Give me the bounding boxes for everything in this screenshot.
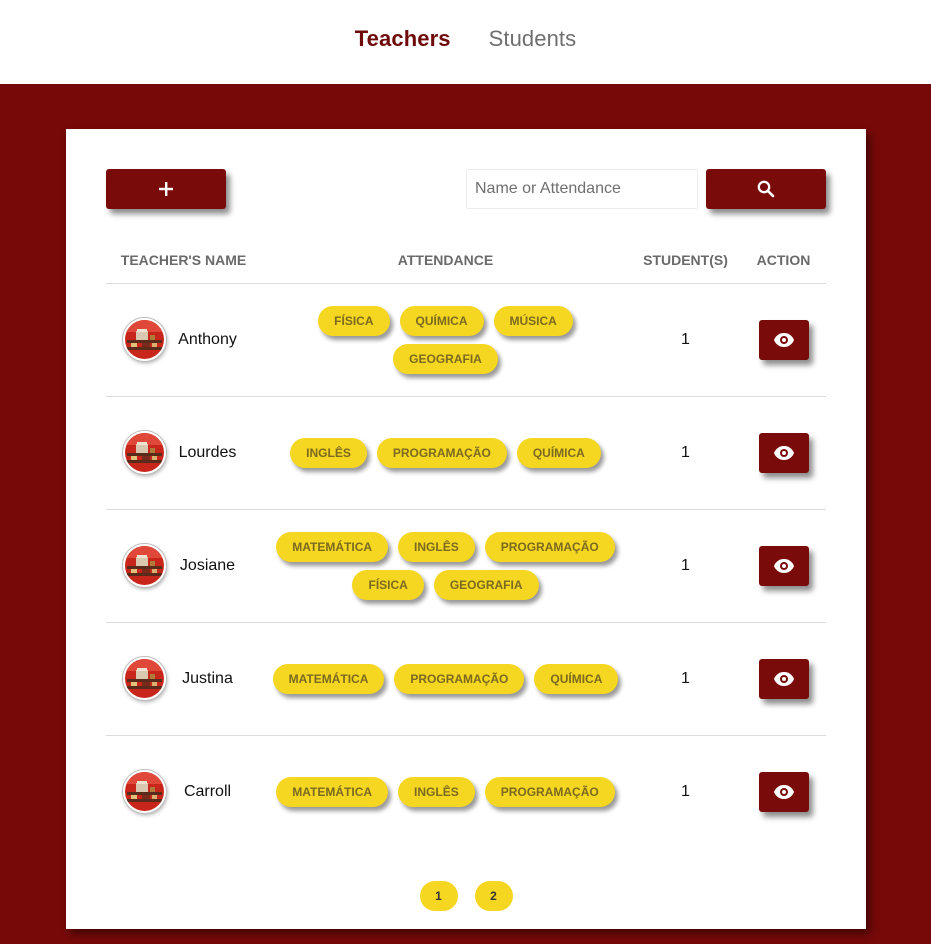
page-background: TEACHER'S NAME ATTENDANCE STUDENT(S) ACT…	[0, 84, 931, 944]
teacher-name-cell: Anthony	[106, 283, 261, 397]
search-input[interactable]	[466, 169, 698, 209]
teacher-name: Justina	[182, 669, 233, 687]
teacher-name: Lourdes	[178, 443, 237, 461]
pagination: 12	[66, 881, 866, 911]
subject-tag: FÍSICA	[352, 569, 424, 600]
top-navigation: Teachers Students	[0, 0, 931, 84]
attendance-cell: MATEMÁTICA INGLÊS PROGRAMAÇÃO FÍSICA GEOGRAF…	[261, 509, 630, 623]
subject-tag: PROGRAMAÇÃO	[376, 437, 507, 468]
eye-icon	[773, 445, 794, 460]
table-row: Carroll MATEMÁTICA INGLÊS PROGRAMAÇÃO 1	[106, 735, 826, 848]
teacher-name: Carroll	[183, 782, 232, 800]
attendance-cell: FÍSICA QUÍMICA MÚSICA GEOGRAFIA	[261, 283, 630, 397]
subject-tags: MATEMÁTICA INGLÊS PROGRAMAÇÃO	[261, 776, 630, 807]
avatar	[123, 770, 166, 814]
action-cell	[741, 283, 826, 397]
subject-tag: MATEMÁTICA	[276, 531, 389, 562]
header-action: ACTION	[741, 237, 826, 284]
action-cell	[741, 396, 826, 510]
subject-tag: MATEMÁTICA	[272, 663, 385, 694]
student-count: 1	[681, 556, 690, 574]
students-cell: 1	[630, 622, 741, 736]
subject-tag: PROGRAMAÇÃO	[394, 663, 525, 694]
teacher-name-cell: Josiane	[106, 509, 261, 623]
teacher-name-cell: Carroll	[106, 735, 261, 848]
student-count: 1	[681, 782, 690, 800]
students-cell: 1	[630, 396, 741, 510]
header-teacher-name: TEACHER'S NAME	[106, 237, 261, 284]
students-cell: 1	[630, 283, 741, 397]
avatar-image	[125, 772, 164, 812]
attendance-cell: MATEMÁTICA PROGRAMAÇÃO QUÍMICA	[261, 622, 630, 736]
header-students: STUDENT(S)	[630, 237, 741, 284]
table-row: Josiane MATEMÁTICA INGLÊS PROGRAMAÇÃO FÍSIC…	[106, 509, 826, 623]
subject-tag: PROGRAMAÇÃO	[484, 776, 615, 807]
student-count: 1	[681, 330, 690, 348]
view-teacher-button[interactable]	[758, 771, 809, 812]
page-button-1[interactable]: 1	[419, 881, 458, 911]
view-teacher-button[interactable]	[758, 319, 809, 360]
view-teacher-button[interactable]	[758, 545, 809, 586]
toolbar	[106, 169, 826, 209]
teacher-name-cell: Lourdes	[106, 396, 261, 510]
view-teacher-button[interactable]	[758, 658, 809, 699]
search-icon	[757, 180, 775, 198]
view-teacher-button[interactable]	[758, 432, 809, 473]
header-attendance: ATTENDANCE	[261, 237, 630, 284]
subject-tag: QUÍMICA	[534, 663, 619, 694]
table-row: Justina MATEMÁTICA PROGRAMAÇÃO QUÍMICA 1	[106, 622, 826, 736]
avatar	[123, 657, 166, 700]
table-row: Anthony FÍSICA QUÍMICA MÚSICA GEOGRAFIA 1	[106, 283, 826, 397]
teachers-card: TEACHER'S NAME ATTENDANCE STUDENT(S) ACT…	[66, 129, 866, 929]
teacher-name-cell: Justina	[106, 622, 261, 736]
eye-icon	[773, 671, 794, 686]
search-button[interactable]	[706, 169, 826, 209]
teacher-name: Josiane	[179, 556, 236, 574]
subject-tags: MATEMÁTICA INGLÊS PROGRAMAÇÃO FÍSICA GEOGRAF…	[261, 531, 630, 600]
attendance-cell: INGLÊS PROGRAMAÇÃO QUÍMICA	[261, 396, 630, 510]
subject-tag: INGLÊS	[398, 531, 475, 562]
students-cell: 1	[630, 735, 741, 848]
action-cell	[741, 509, 826, 623]
subject-tag: INGLÊS	[290, 437, 367, 468]
avatar-image	[125, 433, 164, 472]
subject-tag: INGLÊS	[398, 776, 475, 807]
subject-tag: GEOGRAFIA	[393, 343, 498, 374]
student-count: 1	[681, 669, 690, 687]
subject-tag: FÍSICA	[318, 305, 390, 336]
action-cell	[741, 735, 826, 848]
teacher-name: Anthony	[178, 330, 237, 348]
table-header-row: TEACHER'S NAME ATTENDANCE STUDENT(S) ACT…	[106, 237, 826, 284]
nav-tab-teachers[interactable]: Teachers	[355, 26, 451, 52]
subject-tag: PROGRAMAÇÃO	[484, 531, 615, 562]
subject-tags: FÍSICA QUÍMICA MÚSICA GEOGRAFIA	[261, 305, 630, 374]
nav-tab-students[interactable]: Students	[489, 26, 577, 52]
page-button-2[interactable]: 2	[474, 881, 513, 911]
attendance-cell: MATEMÁTICA INGLÊS PROGRAMAÇÃO	[261, 735, 630, 848]
avatar-image	[125, 320, 164, 359]
plus-icon	[159, 182, 173, 196]
students-cell: 1	[630, 509, 741, 623]
add-teacher-button[interactable]	[106, 169, 226, 209]
subject-tag: MATEMÁTICA	[276, 776, 389, 807]
avatar	[123, 318, 166, 361]
table-row: Lourdes INGLÊS PROGRAMAÇÃO QUÍMICA 1	[106, 396, 826, 510]
avatar-image	[125, 546, 164, 585]
subject-tags: INGLÊS PROGRAMAÇÃO QUÍMICA	[261, 437, 630, 468]
avatar	[123, 544, 166, 587]
subject-tag: QUÍMICA	[516, 437, 601, 468]
eye-icon	[773, 558, 794, 573]
avatar	[123, 431, 166, 474]
student-count: 1	[681, 443, 690, 461]
action-cell	[741, 622, 826, 736]
subject-tag: QUÍMICA	[399, 305, 484, 336]
subject-tag: MÚSICA	[493, 305, 573, 336]
teachers-table: TEACHER'S NAME ATTENDANCE STUDENT(S) ACT…	[106, 237, 826, 848]
eye-icon	[773, 784, 794, 799]
subject-tags: MATEMÁTICA PROGRAMAÇÃO QUÍMICA	[261, 663, 630, 694]
subject-tag: GEOGRAFIA	[433, 569, 539, 600]
eye-icon	[773, 332, 794, 347]
avatar-image	[125, 659, 164, 698]
